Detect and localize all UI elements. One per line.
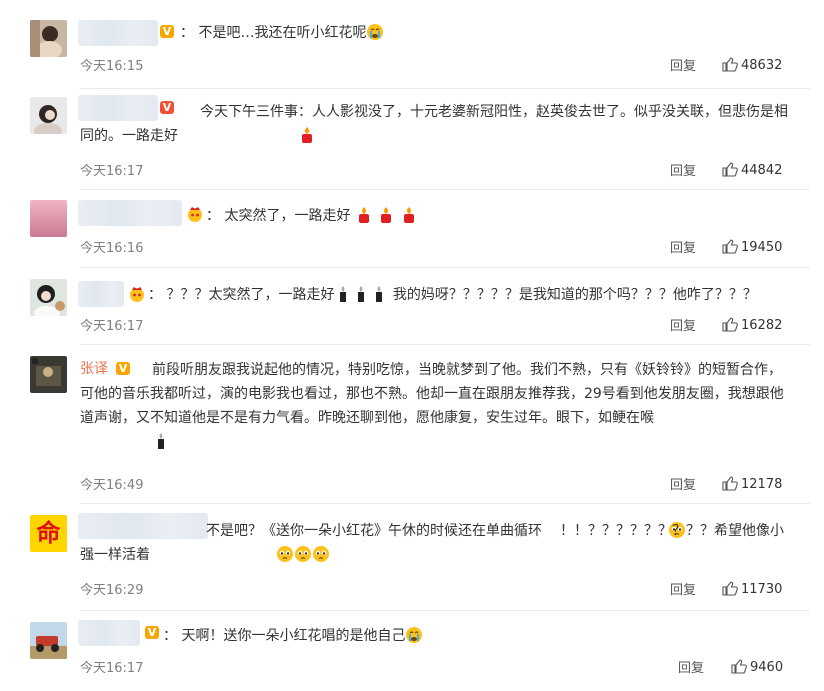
like-count: 44842 — [741, 163, 783, 178]
like-button[interactable]: 48632 — [722, 57, 782, 76]
avatar[interactable] — [30, 97, 67, 134]
thumbs-up-icon — [722, 57, 738, 76]
blurred-username — [78, 281, 124, 307]
thumbs-up-icon — [722, 581, 738, 600]
avatar[interactable] — [30, 279, 67, 316]
verified-badge: V — [145, 626, 159, 639]
reply-button[interactable]: 回复 — [670, 315, 696, 334]
white-candle-icon — [370, 285, 388, 303]
pleading-emoji-icon — [542, 521, 685, 539]
like-button[interactable]: 44842 — [722, 162, 782, 181]
candle-icon — [377, 206, 395, 224]
like-count: 48632 — [741, 58, 783, 73]
comment-item: V 今天下午三件事：人人影视没了，十元老婆新冠阳性，赵英俊去世了。似乎没关联，但… — [0, 88, 824, 190]
avatar-character: 命 — [36, 519, 61, 547]
reply-button[interactable]: 回复 — [670, 237, 696, 256]
like-button[interactable]: 16282 — [722, 317, 782, 336]
thumbs-up-icon — [722, 162, 738, 181]
crown-emoji-icon — [128, 285, 146, 307]
reply-button[interactable]: 回复 — [678, 657, 704, 676]
candle-icon — [178, 126, 312, 144]
reply-button[interactable]: 回复 — [670, 579, 696, 598]
comment-time: 今天16:16 — [80, 241, 144, 256]
comment-text: 不是吧？《送你一朵小红花》午休的时候还在单曲循环 ！！？？？？？？？？？希望他像小… — [80, 521, 784, 563]
comment-text: ： ？？？太突然了，一路走好 我的妈呀？？？？？是我知道的那个吗？？？他咋了？？… — [148, 285, 757, 303]
candle-icon — [400, 206, 418, 224]
like-count: 9460 — [750, 660, 784, 675]
like-button[interactable]: 9460 — [731, 659, 783, 678]
thumbs-up-icon — [731, 659, 747, 678]
crying-emoji-icon — [366, 23, 384, 41]
comment-item: 命 不是吧？《送你一朵小红花》午休的时候还在单曲循环 ！！？？？？？？？？？希望他… — [0, 503, 824, 611]
comment-text: ： 太突然了，一路走好 — [206, 204, 788, 228]
white-candle-icon — [352, 285, 370, 303]
comment-item: V ： 不是吧…我还在听小红花呢 今天16:15 回复 48632 — [0, 0, 824, 90]
comment-item: ： ？？？太突然了，一路走好 我的妈呀？？？？？是我知道的那个吗？？？他咋了？？… — [0, 267, 824, 345]
comment-item: V ： 天啊！送你一朵小红花唱的是他自己 今天16:17 回复 9460 — [0, 610, 824, 691]
pleading-emoji-icon — [150, 545, 293, 563]
like-count: 19450 — [741, 240, 783, 255]
avatar[interactable] — [30, 20, 67, 57]
crown-emoji-icon — [186, 205, 204, 227]
like-button[interactable]: 12178 — [722, 476, 782, 495]
comment-text: ： 天啊！送你一朵小红花唱的是他自己 — [163, 624, 788, 648]
reply-button[interactable]: 回复 — [670, 55, 696, 74]
comment-text: 今天下午三件事：人人影视没了，十元老婆新冠阳性，赵英俊去世了。似乎没关联，但悲伤… — [80, 104, 788, 144]
avatar[interactable] — [30, 200, 67, 237]
comment-time: 今天16:49 — [80, 478, 144, 493]
blurred-username — [78, 620, 140, 646]
avatar[interactable] — [30, 622, 67, 659]
blurred-username — [78, 200, 182, 226]
comment-list: V ： 不是吧…我还在听小红花呢 今天16:15 回复 48632 V 今天下午… — [0, 0, 824, 691]
avatar[interactable] — [30, 356, 67, 393]
like-button[interactable]: 11730 — [722, 581, 782, 600]
comment-time: 今天16:15 — [80, 59, 144, 74]
blurred-username — [78, 20, 158, 46]
thumbs-up-icon — [722, 317, 738, 336]
white-candle-icon — [80, 432, 164, 450]
pleading-emoji-icon — [186, 545, 329, 563]
like-button[interactable]: 19450 — [722, 239, 782, 258]
verified-badge: V — [160, 25, 174, 38]
comment-time: 今天16:17 — [80, 661, 144, 676]
white-candle-icon — [334, 285, 352, 303]
comment-time: 今天16:17 — [80, 164, 144, 179]
thumbs-up-icon — [722, 476, 738, 495]
thumbs-up-icon — [722, 239, 738, 258]
comment-item: 张译 V 前段听朋友跟我说起他的情况，特别吃惊，当晚就梦到了他。我们不熟，只有《… — [0, 344, 824, 504]
comment-item: ： 太突然了，一路走好 今天16:16 回复 19450 — [0, 189, 824, 267]
like-count: 16282 — [741, 318, 783, 333]
comment-text: 前段听朋友跟我说起他的情况，特别吃惊，当晚就梦到了他。我们不熟，只有《妖铃铃》的… — [80, 358, 788, 454]
reply-button[interactable]: 回复 — [670, 474, 696, 493]
pleading-emoji-icon — [168, 545, 311, 563]
comment-time: 今天16:29 — [80, 583, 144, 598]
reply-button[interactable]: 回复 — [670, 160, 696, 179]
like-count: 11730 — [741, 582, 783, 597]
comment-time: 今天16:17 — [80, 319, 144, 334]
avatar[interactable]: 命 — [30, 515, 67, 552]
comment-text: ： 不是吧…我还在听小红花呢 — [180, 21, 788, 45]
like-count: 12178 — [741, 477, 783, 492]
candle-icon — [355, 206, 373, 224]
crying-emoji-icon — [405, 626, 423, 644]
